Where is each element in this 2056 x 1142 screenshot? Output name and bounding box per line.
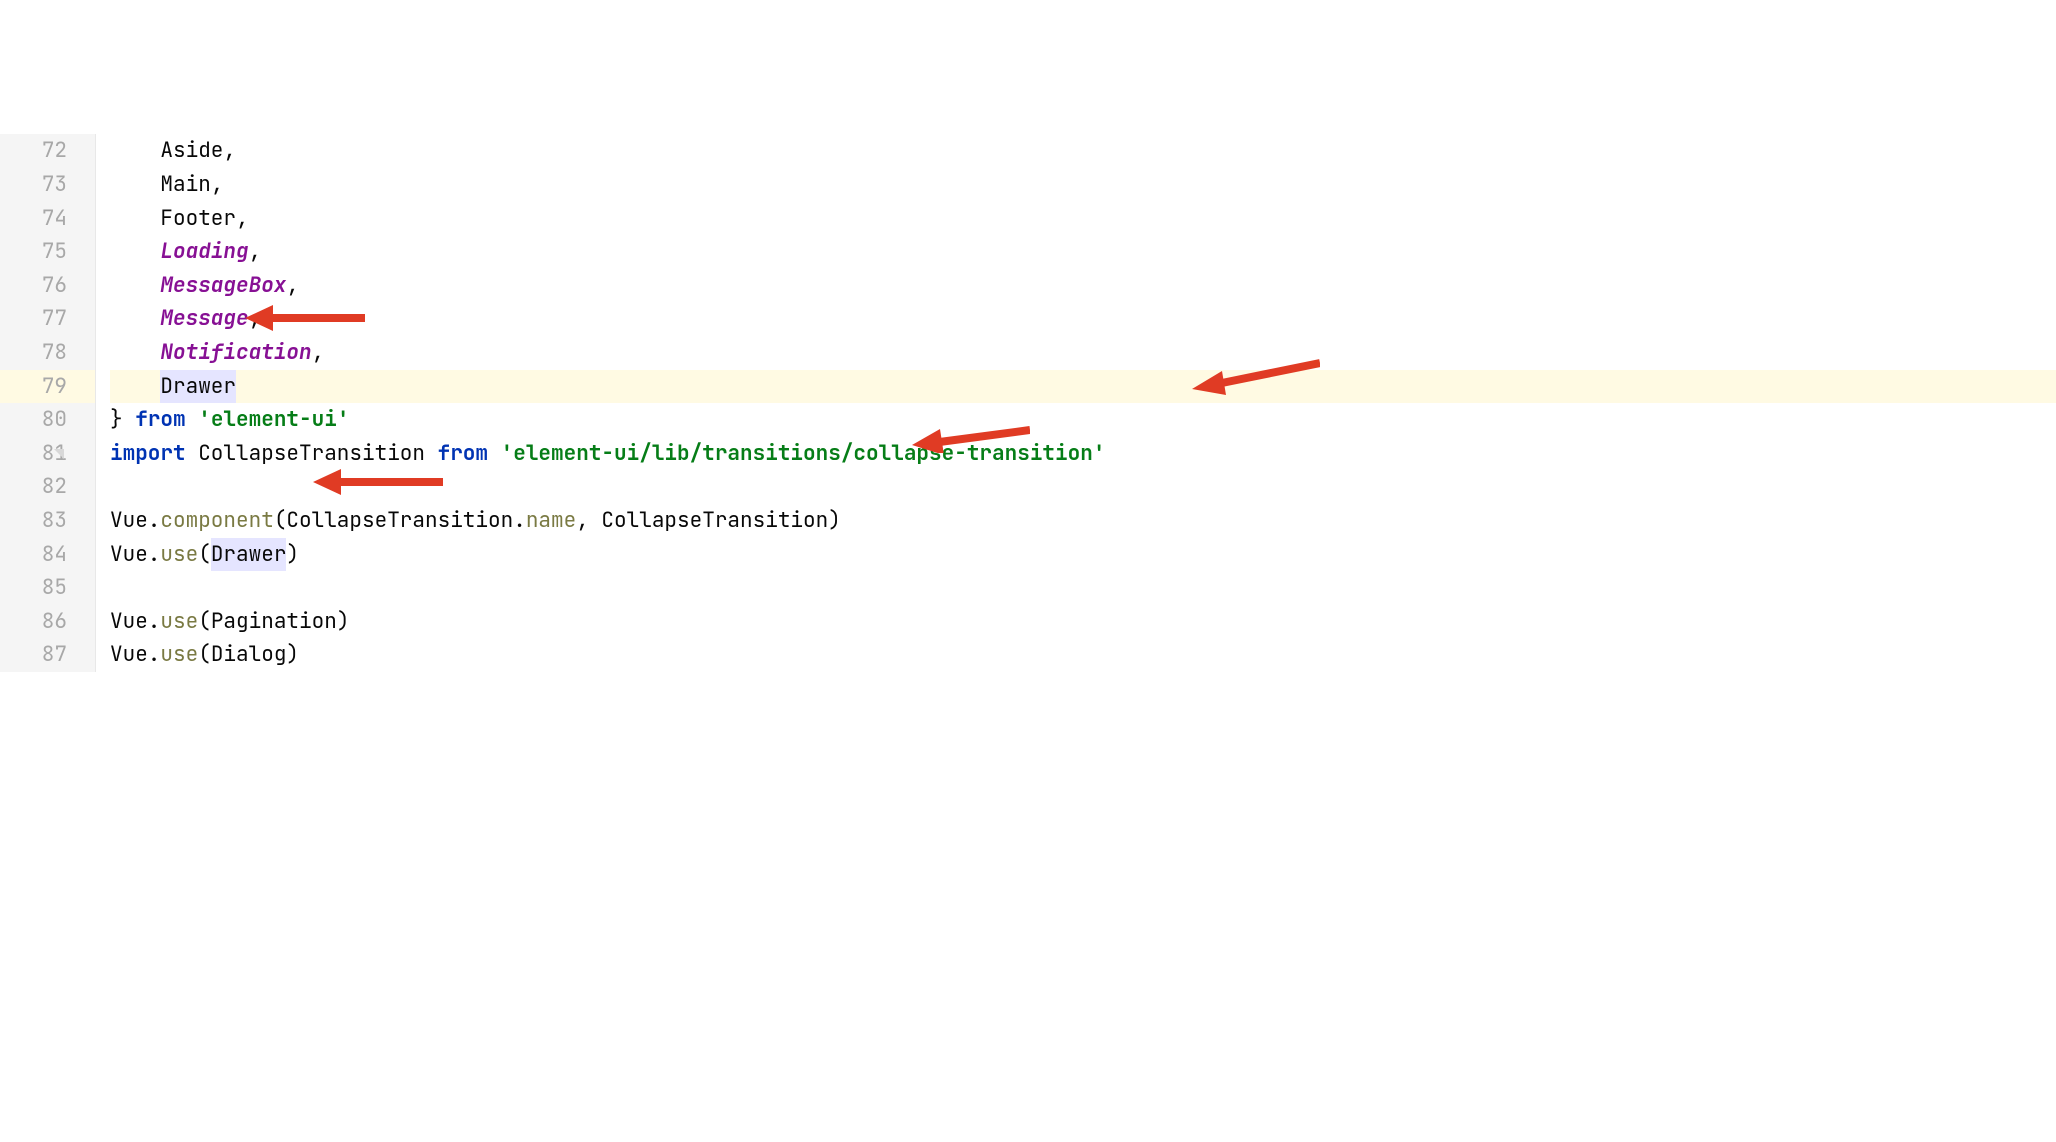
code-line[interactable]: 84 Vue.use(Drawer) <box>0 538 2056 572</box>
line-number: 83 <box>0 504 96 538</box>
line-number: 82 <box>0 470 96 504</box>
line-number: 74 <box>0 202 96 236</box>
identifier: Loading <box>160 235 248 269</box>
indent <box>110 235 160 269</box>
identifier: Footer <box>160 202 236 236</box>
annotation-arrow-icon <box>1190 292 1320 429</box>
paren: ) <box>286 538 299 572</box>
fold-gutter <box>96 571 110 605</box>
line-number: 78 <box>0 336 96 370</box>
line-number: 76 <box>0 269 96 303</box>
method: use <box>160 638 198 672</box>
space <box>186 403 199 437</box>
identifier-selected: Drawer <box>211 538 287 572</box>
identifier: Message <box>160 302 248 336</box>
fold-gutter <box>96 336 110 370</box>
code-line[interactable]: 86 Vue.use(Pagination) <box>0 605 2056 639</box>
indent <box>110 168 160 202</box>
code-line[interactable]: 83 Vue.component(CollapseTransition.name… <box>0 504 2056 538</box>
args: (Pagination) <box>198 605 349 639</box>
fold-gutter <box>96 504 110 538</box>
keyword-import: import <box>110 437 186 471</box>
comma: , <box>223 134 236 168</box>
annotation-arrow-icon <box>313 400 443 531</box>
annotation-arrow-icon <box>245 236 365 367</box>
fold-gutter <box>96 134 110 168</box>
method: use <box>160 605 198 639</box>
space <box>488 437 501 471</box>
args: (Dialog) <box>198 638 299 672</box>
args: , CollapseTransition) <box>576 504 841 538</box>
method: component <box>160 504 273 538</box>
indent <box>110 336 160 370</box>
comma: , <box>236 202 249 236</box>
fold-gutter <box>96 638 110 672</box>
method: use <box>160 538 198 572</box>
line-number: 87 <box>0 638 96 672</box>
fold-gutter <box>96 437 110 471</box>
line-number: 72 <box>0 134 96 168</box>
keyword-from: from <box>438 437 488 471</box>
code-line[interactable]: 85 <box>0 571 2056 605</box>
code-line[interactable]: 72 Aside, <box>0 134 2056 168</box>
line-number: 85 <box>0 571 96 605</box>
fold-gutter <box>96 202 110 236</box>
fold-gutter <box>96 235 110 269</box>
indent <box>110 202 160 236</box>
fold-gutter <box>96 470 110 504</box>
indent <box>110 269 160 303</box>
fold-gutter <box>96 269 110 303</box>
comma: , <box>211 168 224 202</box>
fold-gutter <box>96 605 110 639</box>
line-number: 77 <box>0 302 96 336</box>
line-number: 73 <box>0 168 96 202</box>
identifier: Vue. <box>110 504 160 538</box>
line-number: 75 <box>0 235 96 269</box>
identifier: Main <box>160 168 210 202</box>
paren: ( <box>198 538 211 572</box>
line-number: 86 <box>0 605 96 639</box>
indent <box>110 134 160 168</box>
code-line[interactable]: 73 Main, <box>0 168 2056 202</box>
identifier: Vue. <box>110 605 160 639</box>
fold-gutter <box>96 538 110 572</box>
identifier-selected: Drawer <box>160 370 236 404</box>
property: name <box>526 504 576 538</box>
code-line[interactable]: 87 Vue.use(Dialog) <box>0 638 2056 672</box>
identifier: Aside <box>160 134 223 168</box>
fold-gutter <box>96 168 110 202</box>
code-line[interactable]: 74 Footer, <box>0 202 2056 236</box>
identifier: Vue. <box>110 538 160 572</box>
indent <box>110 302 160 336</box>
identifier: Vue. <box>110 638 160 672</box>
line-number: 84 <box>0 538 96 572</box>
annotation-arrow-icon <box>910 356 1030 487</box>
fold-gutter <box>96 302 110 336</box>
